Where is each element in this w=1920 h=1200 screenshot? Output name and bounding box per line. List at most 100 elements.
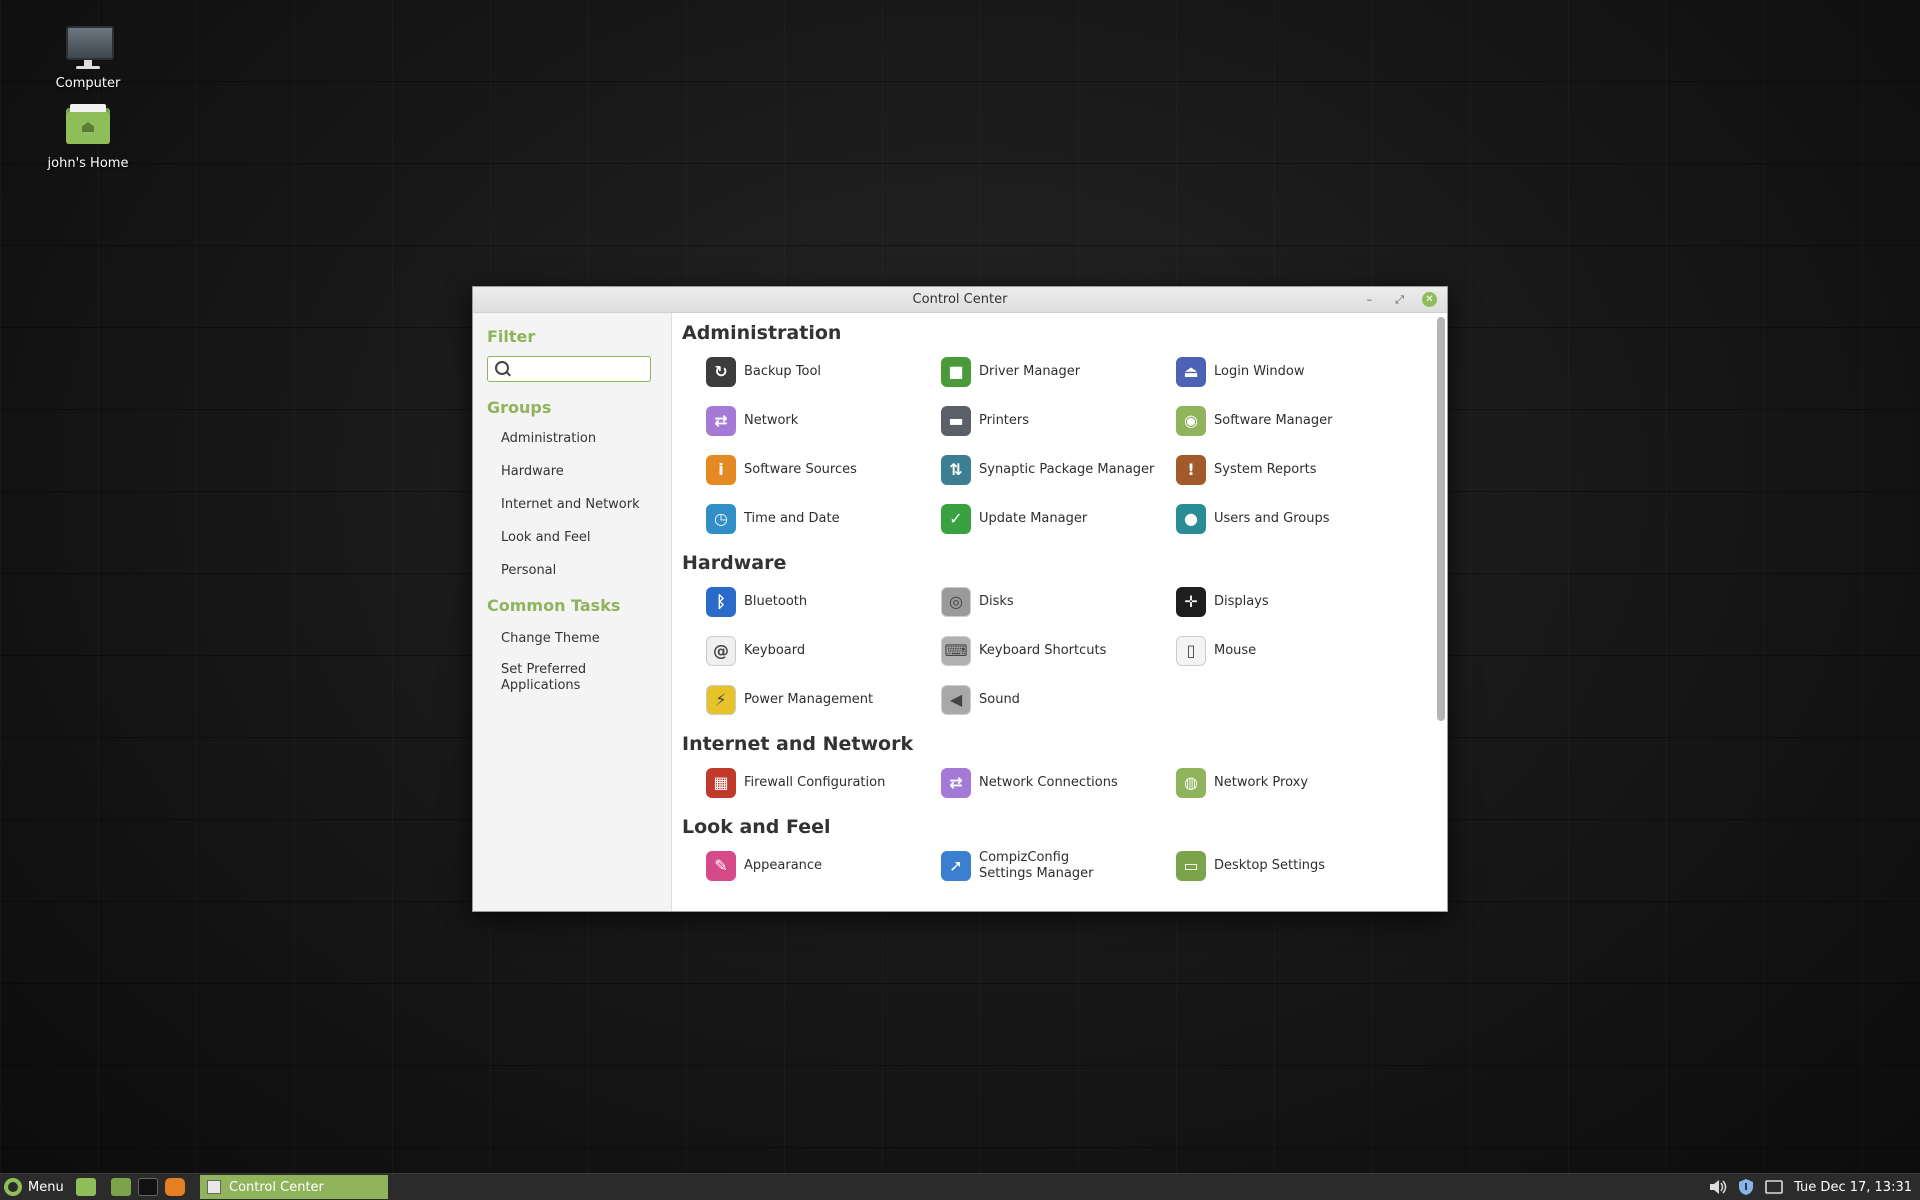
desktop-icon-computer[interactable]: Computer: [33, 22, 143, 91]
applet-label: Network Proxy: [1214, 774, 1309, 790]
speaker-icon: ◀: [941, 684, 971, 715]
control-center-icon: [207, 1180, 221, 1194]
update-shield-icon[interactable]: [1736, 1178, 1756, 1196]
applet-printers[interactable]: ▬ Printers: [941, 396, 1176, 445]
applet-mouse[interactable]: ▯ Mouse: [1176, 626, 1411, 675]
terminal-icon[interactable]: [138, 1178, 158, 1196]
taskbar-task-control-center[interactable]: Control Center: [200, 1175, 388, 1199]
section-title-hardware: Hardware: [682, 552, 787, 574]
computer-icon: [64, 22, 114, 70]
applet-label: Printers: [979, 412, 1030, 428]
window-titlebar[interactable]: Control Center – ⤢ ✕: [473, 287, 1447, 313]
applet-desktop-settings[interactable]: ▭ Desktop Settings: [1176, 841, 1411, 890]
applet-firewall-configuration[interactable]: ▦ Firewall Configuration: [706, 758, 941, 807]
applet-bluetooth[interactable]: ᛒ Bluetooth: [706, 577, 941, 626]
close-button[interactable]: ✕: [1422, 292, 1437, 307]
appearance-icon: ✎: [706, 850, 736, 881]
network-icon: ⇄: [706, 405, 736, 436]
applet-software-manager[interactable]: ◉ Software Manager: [1176, 396, 1411, 445]
applet-label: Desktop Settings: [1214, 857, 1326, 873]
firefox-icon[interactable]: [165, 1178, 185, 1196]
task-link-set-preferred-applications[interactable]: Set Preferred Applications: [501, 662, 611, 694]
group-link-personal[interactable]: Personal: [501, 563, 671, 578]
applet-label: Displays: [1214, 593, 1269, 609]
applet-displays[interactable]: ✛ Displays: [1176, 577, 1411, 626]
applet-label: Appearance: [744, 857, 823, 873]
applet-grid-administration: ↻ Backup Tool ■ Driver Manager ⏏ Login Window…: [706, 347, 1433, 543]
applet-grid-internet-and-network: ▦ Firewall Configuration ⇄ Network Connecti…: [706, 758, 1433, 807]
applet-update-manager[interactable]: ✓ Update Manager: [941, 494, 1176, 543]
group-link-look-and-feel[interactable]: Look and Feel: [501, 530, 671, 545]
applet-label: System Reports: [1214, 461, 1317, 477]
bluetooth-icon: ᛒ: [706, 586, 736, 617]
common-tasks-heading: Common Tasks: [487, 596, 621, 615]
chip-icon: ■: [941, 356, 971, 387]
show-desktop-icon[interactable]: [76, 1178, 96, 1196]
window-title: Control Center: [912, 292, 1008, 307]
mouse-icon: ▯: [1176, 635, 1206, 666]
keyboard-shortcuts-icon: ⌨: [941, 635, 971, 666]
volume-icon[interactable]: [1708, 1178, 1728, 1196]
applet-label: Disks: [979, 593, 1014, 609]
system-tray: Tue Dec 17, 13:31: [1708, 1174, 1920, 1200]
applet-power-management[interactable]: ⚡ Power Management: [706, 675, 941, 724]
applet-sound[interactable]: ◀ Sound: [941, 675, 1176, 724]
applet-users-and-groups[interactable]: ● Users and Groups: [1176, 494, 1411, 543]
applet-appearance[interactable]: ✎ Appearance: [706, 841, 941, 890]
proxy-folder-icon: ◍: [1176, 767, 1206, 798]
desktop-icon-label: john's Home: [47, 156, 129, 171]
package-icon: ⇅: [941, 454, 971, 485]
applet-software-sources[interactable]: i Software Sources: [706, 445, 941, 494]
applet-label: Synaptic Package Manager: [979, 461, 1155, 477]
search-box[interactable]: [487, 356, 651, 382]
desktop-icon-label: Computer: [55, 76, 121, 91]
group-link-hardware[interactable]: Hardware: [501, 464, 671, 479]
scrollbar[interactable]: [1437, 317, 1445, 721]
group-link-internet-and-network[interactable]: Internet and Network: [501, 497, 671, 512]
clock[interactable]: Tue Dec 17, 13:31: [1794, 1180, 1912, 1195]
task-link-change-theme[interactable]: Change Theme: [501, 631, 671, 646]
applet-label: Time and Date: [744, 510, 840, 526]
login-icon: ⏏: [1176, 356, 1206, 387]
applet-label: Network Connections: [979, 774, 1118, 790]
applet-synaptic-package-manager[interactable]: ⇅ Synaptic Package Manager: [941, 445, 1176, 494]
info-icon: i: [706, 454, 736, 485]
applet-keyboard-shortcuts[interactable]: ⌨ Keyboard Shortcuts: [941, 626, 1176, 675]
menu-button[interactable]: Menu: [4, 1177, 64, 1197]
applet-keyboard[interactable]: @ Keyboard: [706, 626, 941, 675]
applet-disks[interactable]: ◎ Disks: [941, 577, 1176, 626]
file-manager-icon[interactable]: [111, 1178, 131, 1196]
taskbar: Menu Control Center Tue Dec 17, 13:31: [0, 1173, 1920, 1200]
applet-sections: Administration ↻ Backup Tool ■ Driver Manage…: [672, 319, 1433, 890]
filter-heading: Filter: [487, 327, 536, 346]
applet-time-and-date[interactable]: ◷ Time and Date: [706, 494, 941, 543]
power-icon: ⚡: [706, 684, 736, 715]
applet-backup-tool[interactable]: ↻ Backup Tool: [706, 347, 941, 396]
sidebar: Filter Groups Administration Hardware In…: [473, 313, 672, 911]
group-link-administration[interactable]: Administration: [501, 431, 671, 446]
network-tray-icon[interactable]: [1764, 1178, 1784, 1196]
maximize-button[interactable]: ⤢: [1392, 292, 1407, 307]
applet-network[interactable]: ⇄ Network: [706, 396, 941, 445]
keyboard-icon: @: [706, 635, 736, 666]
applet-system-reports[interactable]: ! System Reports: [1176, 445, 1411, 494]
desktop-settings-icon: ▭: [1176, 850, 1206, 881]
applet-label: Sound: [979, 691, 1020, 707]
minimize-button[interactable]: –: [1362, 292, 1377, 307]
applet-compizconfig-settings-manager[interactable]: ➚ CompizConfig Settings Manager: [941, 841, 1176, 890]
applet-login-window[interactable]: ⏏ Login Window: [1176, 347, 1411, 396]
compiz-icon: ➚: [941, 850, 971, 881]
applet-driver-manager[interactable]: ■ Driver Manager: [941, 347, 1176, 396]
applet-network-proxy[interactable]: ◍ Network Proxy: [1176, 758, 1411, 807]
applet-network-connections[interactable]: ⇄ Network Connections: [941, 758, 1176, 807]
applet-label: Users and Groups: [1214, 510, 1330, 526]
alert-icon: !: [1176, 454, 1206, 485]
control-center-window: Control Center – ⤢ ✕ Filter Groups Admin…: [472, 286, 1448, 912]
backup-icon: ↻: [706, 356, 736, 387]
applet-label: CompizConfig Settings Manager: [979, 849, 1094, 881]
user-icon: ●: [1176, 503, 1206, 534]
search-input[interactable]: [514, 360, 644, 378]
desktop-icon-home[interactable]: john's Home: [33, 102, 143, 171]
disk-icon: ◎: [941, 586, 971, 617]
network-connections-icon: ⇄: [941, 767, 971, 798]
